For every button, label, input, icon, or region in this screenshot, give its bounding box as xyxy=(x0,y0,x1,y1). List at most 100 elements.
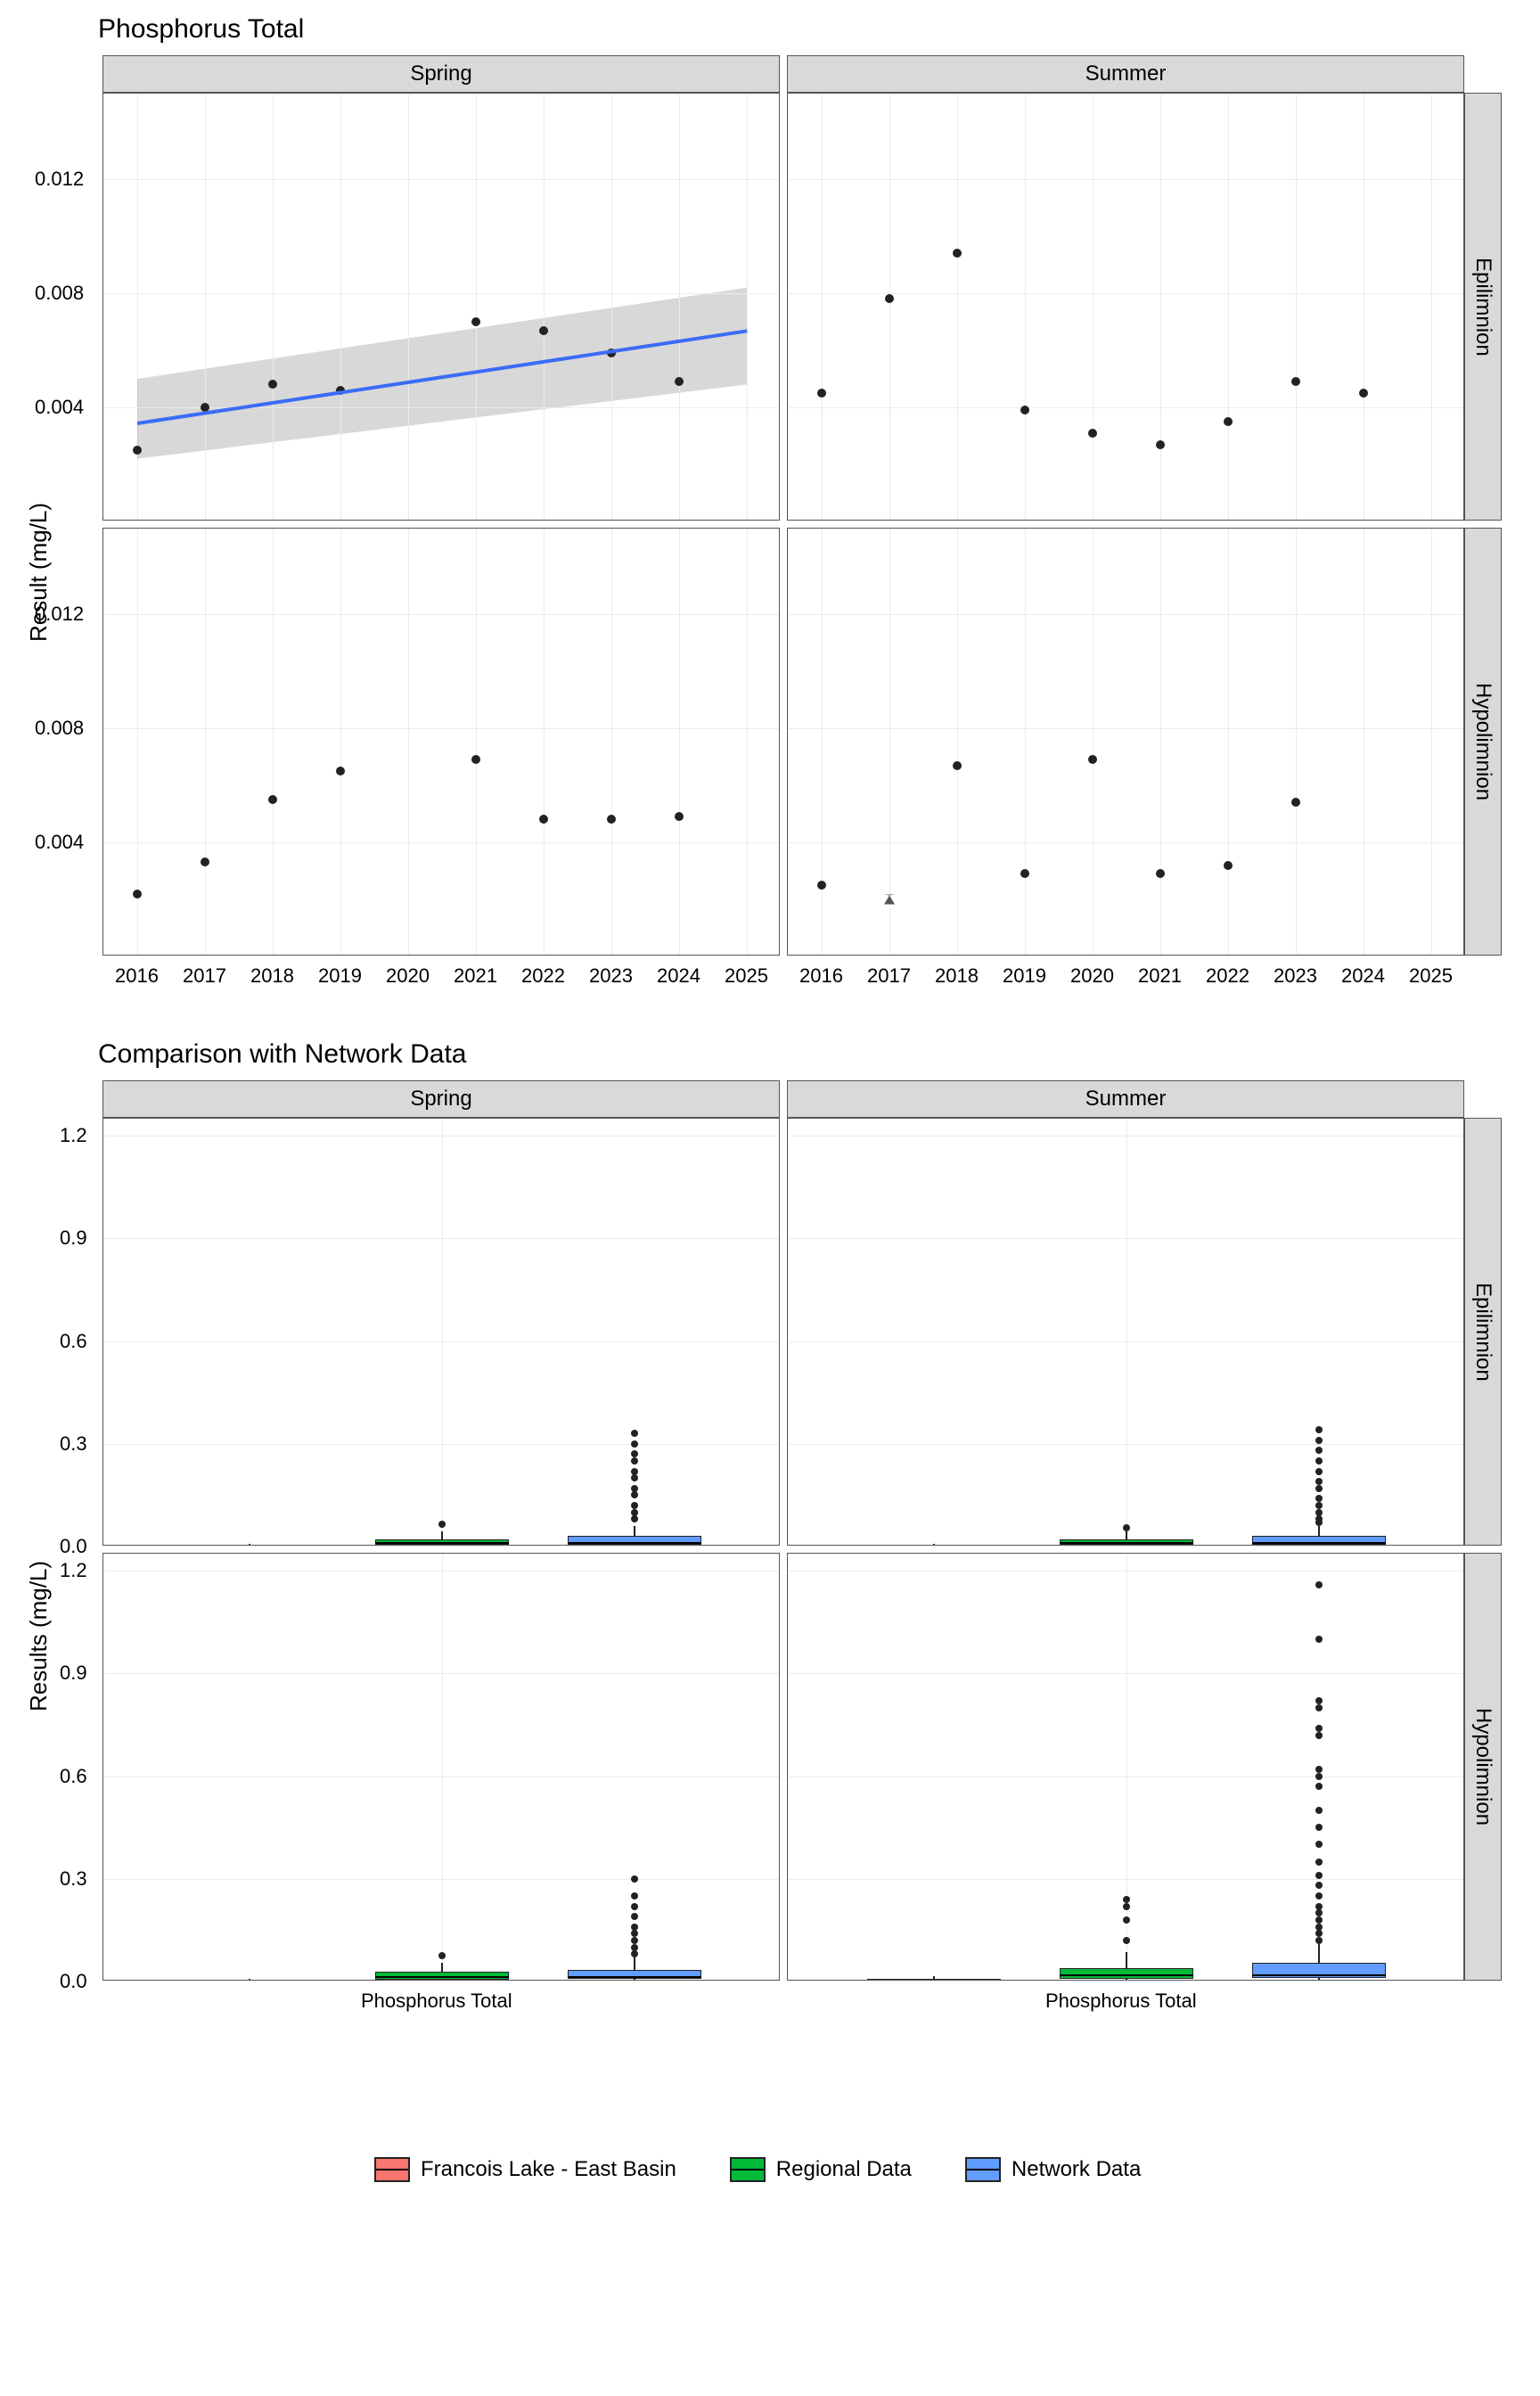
chart1-ytick: 0.004 xyxy=(35,396,95,419)
chart1-xtick: 2024 xyxy=(1341,964,1385,988)
chart1-xtick: 2025 xyxy=(725,964,768,988)
outlier-point xyxy=(1315,1909,1323,1916)
outlier-point xyxy=(1315,1447,1323,1454)
data-point xyxy=(1359,389,1368,398)
outlier-point xyxy=(631,1440,638,1448)
data-point xyxy=(336,767,345,775)
boxplot-green xyxy=(1060,1968,1193,1979)
chart2-panel-summer-hypo xyxy=(787,1553,1464,1981)
data-point xyxy=(817,389,826,398)
chart2-panel-summer-epi xyxy=(787,1118,1464,1546)
chart1-ytick: 0.012 xyxy=(35,603,95,626)
chart1-panel-summer-epi xyxy=(787,93,1464,521)
data-point xyxy=(675,377,684,386)
outlier-point xyxy=(1315,1916,1323,1924)
data-point xyxy=(1088,429,1097,438)
chart2-ytick: 0.6 xyxy=(60,1765,87,1788)
outlier-point xyxy=(1315,1924,1323,1931)
legend-item-francois: Francois Lake - East Basin xyxy=(374,2157,676,2182)
data-point xyxy=(1224,417,1233,426)
chart1-panel-summer-hypo xyxy=(787,528,1464,956)
outlier-point xyxy=(631,1892,638,1900)
data-point xyxy=(1156,440,1165,449)
outlier-point xyxy=(1123,1916,1130,1924)
page: Phosphorus Total Result (mg/L) Spring Su… xyxy=(0,0,1540,2396)
chart1-ytick: 0.008 xyxy=(35,282,95,305)
outlier-point xyxy=(1315,1636,1323,1643)
chart1-title: Phosphorus Total xyxy=(98,14,304,45)
chart2-ytick: 1.2 xyxy=(60,1124,87,1147)
outlier-point xyxy=(631,1875,638,1883)
outlier-point xyxy=(1315,1457,1323,1465)
outlier-point xyxy=(1315,1697,1323,1704)
outlier-point xyxy=(1315,1773,1323,1780)
outlier-point xyxy=(1315,1478,1323,1485)
data-point xyxy=(268,380,277,389)
data-point xyxy=(133,446,142,455)
chart2-strip-summer: Summer xyxy=(787,1080,1464,1118)
chart1-strip-summer: Summer xyxy=(787,55,1464,93)
chart2-strip-epilimnion: Epilimnion xyxy=(1464,1118,1502,1546)
legend: Francois Lake - East Basin Regional Data… xyxy=(374,2157,1141,2182)
legend-label-francois: Francois Lake - East Basin xyxy=(421,2157,676,2182)
chart2-strip-spring: Spring xyxy=(102,1080,780,1118)
outlier-point xyxy=(1315,1937,1323,1944)
data-point xyxy=(607,815,616,824)
outlier-point xyxy=(631,1491,638,1498)
chart2-ylabel: Results (mg/L) xyxy=(25,1561,53,1711)
data-point xyxy=(1291,377,1300,386)
chart2-ytick: 0.9 xyxy=(60,1227,87,1250)
chart1-ytick: 0.012 xyxy=(35,168,95,191)
chart1-panel-spring-hypo xyxy=(102,528,780,956)
outlier-point xyxy=(631,1950,638,1957)
data-point xyxy=(471,317,480,326)
data-point xyxy=(817,881,826,890)
outlier-point xyxy=(1315,1485,1323,1492)
outlier-point xyxy=(1315,1903,1323,1910)
outlier-point xyxy=(631,1430,638,1437)
chart1-strip-hypolimnion: Hypolimnion xyxy=(1464,528,1502,956)
data-point xyxy=(884,895,895,905)
outlier-point xyxy=(1123,1903,1130,1910)
outlier-point xyxy=(1315,1468,1323,1475)
outlier-point xyxy=(631,1515,638,1522)
outlier-point xyxy=(1315,1892,1323,1900)
chart2-panel-spring-epi xyxy=(102,1118,780,1546)
chart2-ytick: 0.6 xyxy=(60,1330,87,1353)
outlier-point xyxy=(438,1952,446,1959)
chart2-ytick: 0.0 xyxy=(60,1535,87,1558)
outlier-point xyxy=(631,1468,638,1475)
outlier-point xyxy=(1123,1524,1130,1531)
outlier-point xyxy=(631,1457,638,1465)
legend-item-regional: Regional Data xyxy=(730,2157,912,2182)
chart1-xtick: 2019 xyxy=(318,964,362,988)
outlier-point xyxy=(631,1937,638,1944)
outlier-point xyxy=(1315,1509,1323,1516)
chart1-xtick: 2023 xyxy=(1274,964,1317,988)
data-point xyxy=(1224,861,1233,870)
chart1-xtick: 2022 xyxy=(521,964,565,988)
outlier-point xyxy=(631,1930,638,1937)
legend-label-regional: Regional Data xyxy=(776,2157,912,2182)
data-point xyxy=(1291,798,1300,807)
outlier-point xyxy=(1315,1426,1323,1433)
chart1-ytick: 0.004 xyxy=(35,831,95,854)
legend-key-red xyxy=(374,2157,410,2182)
legend-key-green xyxy=(730,2157,766,2182)
chart2-ytick: 1.2 xyxy=(60,1559,87,1582)
data-point xyxy=(1156,869,1165,878)
outlier-point xyxy=(1315,1841,1323,1848)
outlier-point xyxy=(1315,1725,1323,1732)
outlier-point xyxy=(1315,1581,1323,1588)
data-point xyxy=(1088,755,1097,764)
data-point xyxy=(539,815,548,824)
outlier-point xyxy=(1315,1437,1323,1444)
chart2-title: Comparison with Network Data xyxy=(98,1039,466,1070)
chart1-xtick: 2018 xyxy=(250,964,294,988)
outlier-point xyxy=(1315,1807,1323,1814)
data-point xyxy=(885,294,894,303)
chart1-xtick: 2022 xyxy=(1206,964,1249,988)
chart2-ytick: 0.3 xyxy=(60,1432,87,1456)
data-point xyxy=(471,755,480,764)
chart2-ytick: 0.3 xyxy=(60,1867,87,1891)
